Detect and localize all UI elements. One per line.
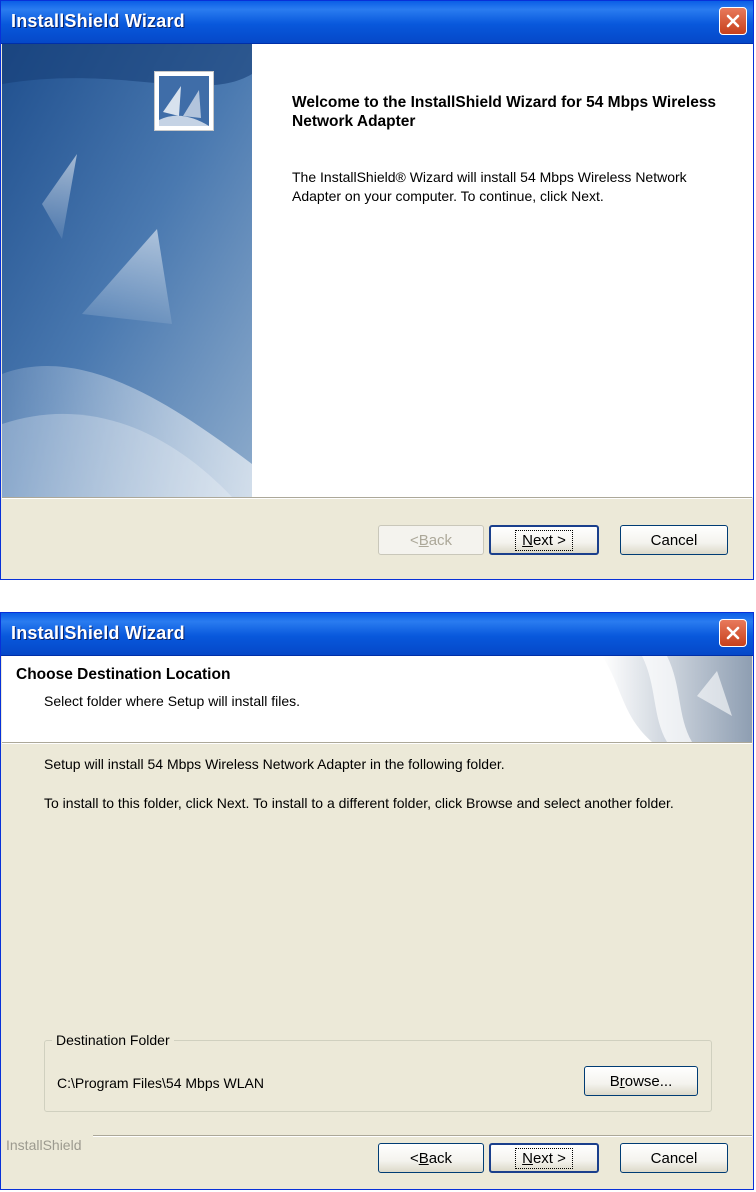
close-icon [726,626,740,640]
close-button[interactable] [719,7,747,35]
welcome-heading: Welcome to the InstallShield Wizard for … [292,94,717,130]
window-title: InstallShield Wizard [11,11,185,31]
destination-folder-path: C:\Program Files\54 Mbps WLAN [57,1075,264,1091]
close-icon [726,14,740,28]
wizard-sidebar-graphic [2,44,252,497]
cancel-button[interactable]: Cancel [620,1143,728,1173]
cancel-button[interactable]: Cancel [620,525,728,555]
brand-separator [93,1135,752,1137]
browse-button[interactable]: Br owse... [584,1066,698,1096]
title-bar[interactable]: InstallShield Wizard [1,1,753,44]
install-info-text: Setup will install 54 Mbps Wireless Netw… [44,756,505,772]
header-separator [2,742,752,744]
welcome-description: The InstallShield® Wizard will install 5… [292,169,687,204]
window-title: InstallShield Wizard [11,623,185,643]
focus-rect: Next > [515,529,573,551]
back-button[interactable]: < Back [378,1143,484,1173]
focus-rect: Next > [515,1147,573,1169]
installshield-logo-icon [154,71,214,131]
page-subtitle: Select folder where Setup will install f… [44,693,301,709]
button-separator [2,497,752,499]
welcome-dialog: InstallShield Wizard Welcome to the Inst… [0,0,754,580]
title-bar[interactable]: InstallShield Wizard [1,613,753,656]
header-graphic [602,656,752,742]
page-title: Choose Destination Location [16,666,231,683]
installshield-brand-label: InstallShield [6,1137,88,1153]
destination-folder-label: Destination Folder [52,1032,174,1048]
back-button[interactable]: < Back [378,525,484,555]
next-button[interactable]: Next > [489,1143,599,1173]
close-button[interactable] [719,619,747,647]
next-button[interactable]: Next > [489,525,599,555]
install-instructions-text: To install to this folder, click Next. T… [44,795,674,811]
